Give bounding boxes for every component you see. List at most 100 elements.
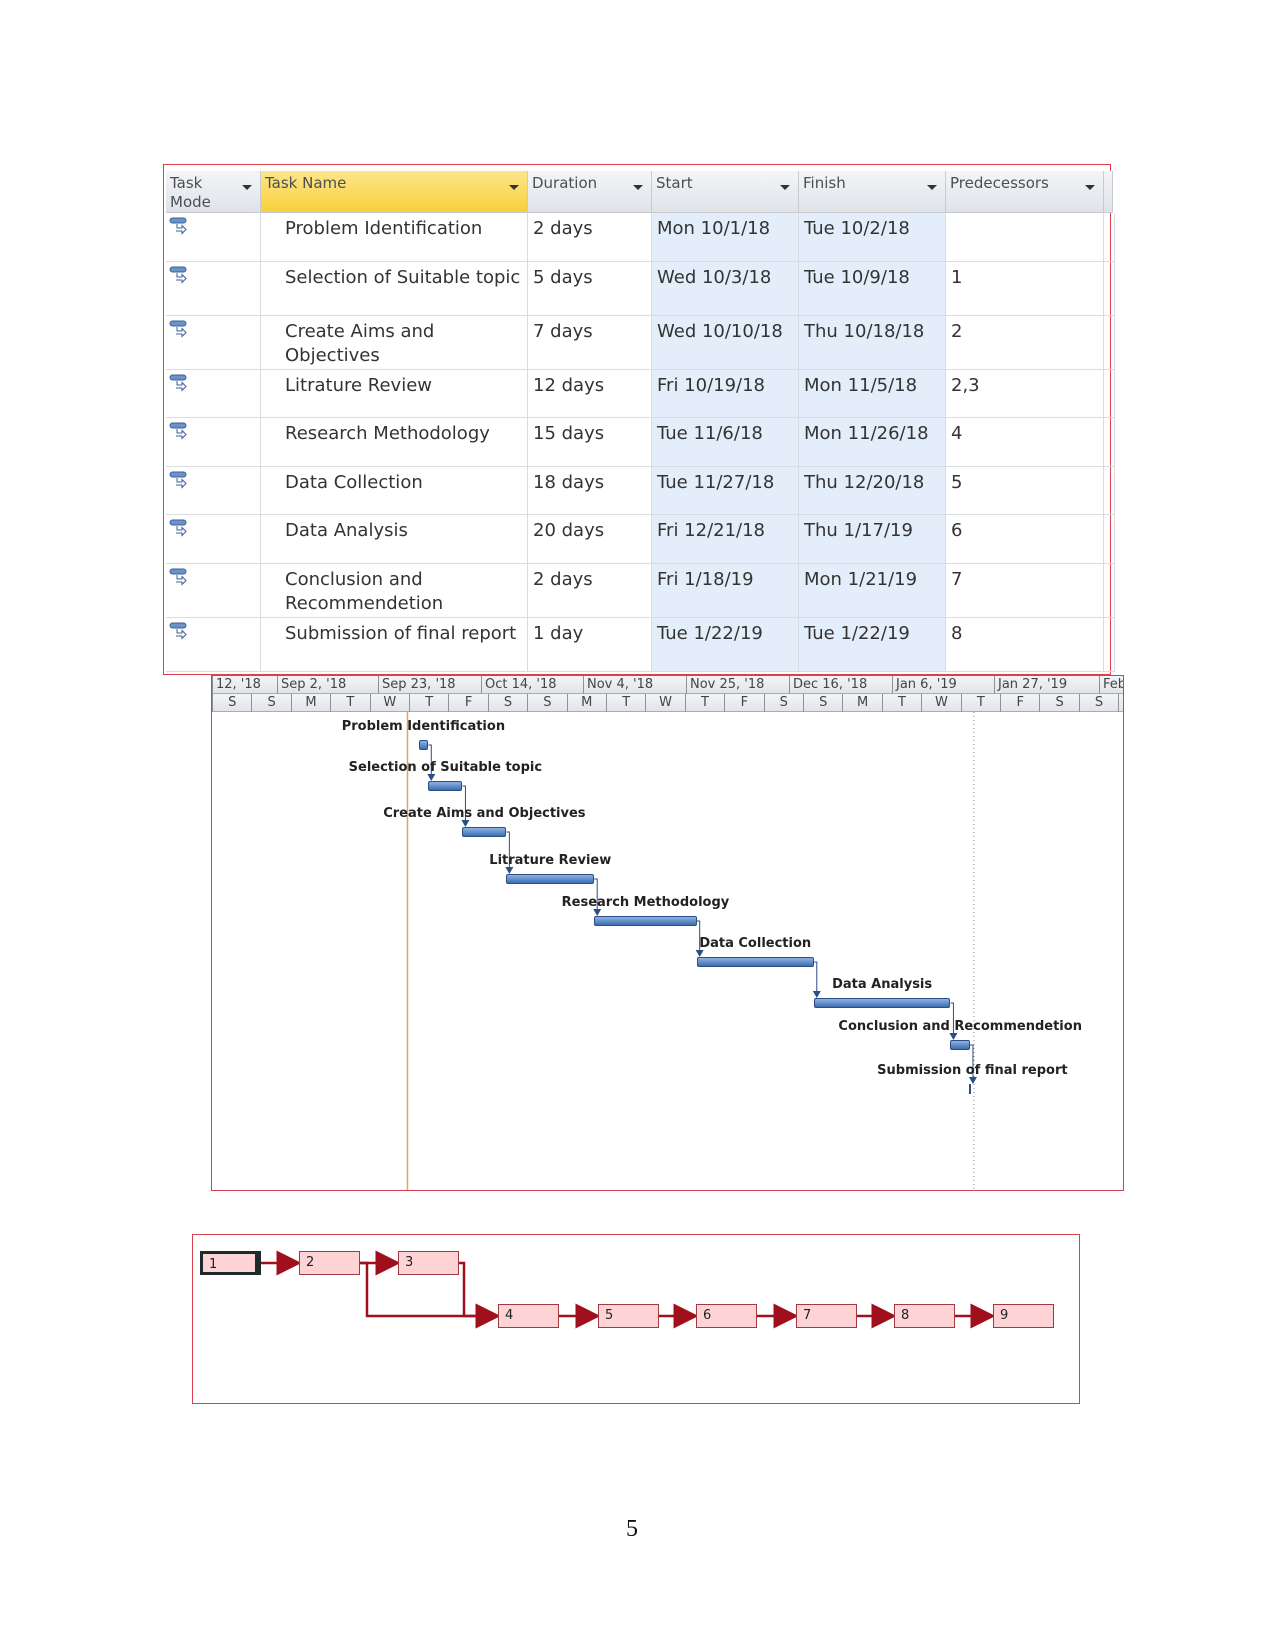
dropdown-arrow-icon[interactable] [780,185,790,190]
extra-cell [1104,515,1115,564]
extra-cell [1104,213,1115,262]
task-duration-cell[interactable]: 20 days [528,515,652,564]
task-start-cell[interactable]: Fri 10/19/18 [652,370,799,418]
gantt-task-bar[interactable] [950,1040,970,1050]
column-header-task-mode[interactable]: Task Mode [166,171,261,213]
network-node[interactable]: 4 [498,1304,559,1328]
task-finish-cell[interactable]: Mon 11/26/18 [799,418,946,467]
task-duration-cell[interactable]: 1 day [528,618,652,672]
task-predecessors-cell[interactable]: 5 [946,467,1104,515]
dropdown-arrow-icon[interactable] [1085,185,1095,190]
network-node[interactable]: 6 [696,1304,757,1328]
task-name-cell[interactable]: Conclusion and Recommendetion [261,564,528,618]
column-header-duration[interactable]: Duration [528,171,652,213]
task-start-cell[interactable]: Mon 10/1/18 [652,213,799,262]
gantt-task-label: Data Analysis [832,977,933,992]
auto-scheduled-icon [169,622,187,640]
network-node[interactable]: 5 [598,1304,659,1328]
task-name-cell[interactable]: Research Methodology [261,418,528,467]
dependency-arrow [812,961,821,998]
milestone-marker[interactable] [968,1084,971,1094]
gantt-task-bar[interactable] [594,916,697,926]
task-mode-cell [166,564,261,618]
column-header-task-name[interactable]: Task Name [261,171,528,213]
task-mode-cell [166,262,261,316]
task-finish-cell[interactable]: Thu 1/17/19 [799,515,946,564]
network-link [459,1261,501,1329]
task-predecessors-cell[interactable] [946,213,1104,262]
network-diagram: 1 2 3 4 5 6 7 8 9 [192,1234,1080,1404]
task-finish-cell[interactable]: Thu 10/18/18 [799,316,946,370]
task-name-cell[interactable]: Data Collection [261,467,528,515]
task-start-cell[interactable]: Tue 11/27/18 [652,467,799,515]
gantt-task-bar[interactable] [813,998,951,1008]
task-predecessors-cell[interactable]: 1 [946,262,1104,316]
network-node[interactable]: 9 [993,1304,1054,1328]
gantt-task-label: Submission of final report [877,1063,1068,1078]
gantt-task-bar[interactable] [428,781,463,791]
gantt-task-label: Conclusion and Recommendetion [838,1019,1082,1034]
network-node[interactable]: 7 [796,1304,857,1328]
task-duration-cell[interactable]: 15 days [528,418,652,467]
task-duration-cell[interactable]: 7 days [528,316,652,370]
task-name-cell[interactable]: Selection of Suitable topic [261,262,528,316]
task-predecessors-cell[interactable]: 7 [946,564,1104,618]
task-predecessors-cell[interactable]: 4 [946,418,1104,467]
task-duration-cell[interactable]: 2 days [528,564,652,618]
task-start-cell[interactable]: Tue 1/22/19 [652,618,799,672]
task-name-cell[interactable]: Problem Identification [261,213,528,262]
task-predecessors-cell[interactable]: 8 [946,618,1104,672]
task-start-cell[interactable]: Fri 1/18/19 [652,564,799,618]
column-header-predecessors[interactable]: Predecessors [946,171,1104,213]
task-start-cell[interactable]: Wed 10/3/18 [652,262,799,316]
extra-cell [1104,564,1115,618]
task-finish-cell[interactable]: Mon 1/21/19 [799,564,946,618]
task-finish-cell[interactable]: Thu 12/20/18 [799,467,946,515]
task-finish-cell[interactable]: Tue 1/22/19 [799,618,946,672]
network-node[interactable]: 3 [398,1251,459,1275]
dropdown-arrow-icon[interactable] [509,185,519,190]
task-name-cell[interactable]: Litrature Review [261,370,528,418]
task-name-cell[interactable]: Submission of final report [261,618,528,672]
task-name-cell[interactable]: Create Aims and Objectives [261,316,528,370]
task-name-cell[interactable]: Data Analysis [261,515,528,564]
gantt-task-label: Selection of Suitable topic [348,760,543,775]
task-duration-cell[interactable]: 2 days [528,213,652,262]
network-node[interactable]: 1 [200,1251,261,1275]
gantt-chart: 12, '18 Sep 2, '18 Sep 23, '18 Oct 14, '18 N… [211,675,1124,1191]
auto-scheduled-icon [169,422,187,440]
column-header-label: Task Name [265,174,347,192]
task-duration-cell[interactable]: 5 days [528,262,652,316]
task-mode-cell [166,213,261,262]
task-mode-cell [166,316,261,370]
task-start-cell[interactable]: Fri 12/21/18 [652,515,799,564]
task-finish-cell[interactable]: Tue 10/2/18 [799,213,946,262]
auto-scheduled-icon [169,471,187,489]
task-predecessors-cell[interactable]: 6 [946,515,1104,564]
task-start-cell[interactable]: Tue 11/6/18 [652,418,799,467]
task-duration-cell[interactable]: 12 days [528,370,652,418]
gantt-task-bar[interactable] [462,827,507,837]
task-finish-cell[interactable]: Tue 10/9/18 [799,262,946,316]
column-header-finish[interactable]: Finish [799,171,946,213]
column-header-label: Duration [532,174,598,192]
dropdown-arrow-icon[interactable] [633,185,643,190]
extra-cell [1104,467,1115,515]
task-predecessors-cell[interactable]: 2 [946,316,1104,370]
network-node[interactable]: 8 [894,1304,955,1328]
column-header-label: Predecessors [950,174,1049,192]
gantt-connectors [406,712,977,1190]
dropdown-arrow-icon[interactable] [242,185,252,190]
column-header-start[interactable]: Start [652,171,799,213]
extra-cell [1104,262,1115,316]
gantt-task-bar[interactable] [506,874,595,884]
task-duration-cell[interactable]: 18 days [528,467,652,515]
dropdown-arrow-icon[interactable] [927,185,937,190]
task-predecessors-cell[interactable]: 2,3 [946,370,1104,418]
task-finish-cell[interactable]: Mon 11/5/18 [799,370,946,418]
gantt-task-bar[interactable] [696,957,814,967]
task-table: Task Mode Task Name Duration Start Finish Pre… [163,164,1115,675]
network-node[interactable]: 2 [299,1251,360,1275]
gantt-task-bar[interactable] [418,740,429,750]
task-start-cell[interactable]: Wed 10/10/18 [652,316,799,370]
